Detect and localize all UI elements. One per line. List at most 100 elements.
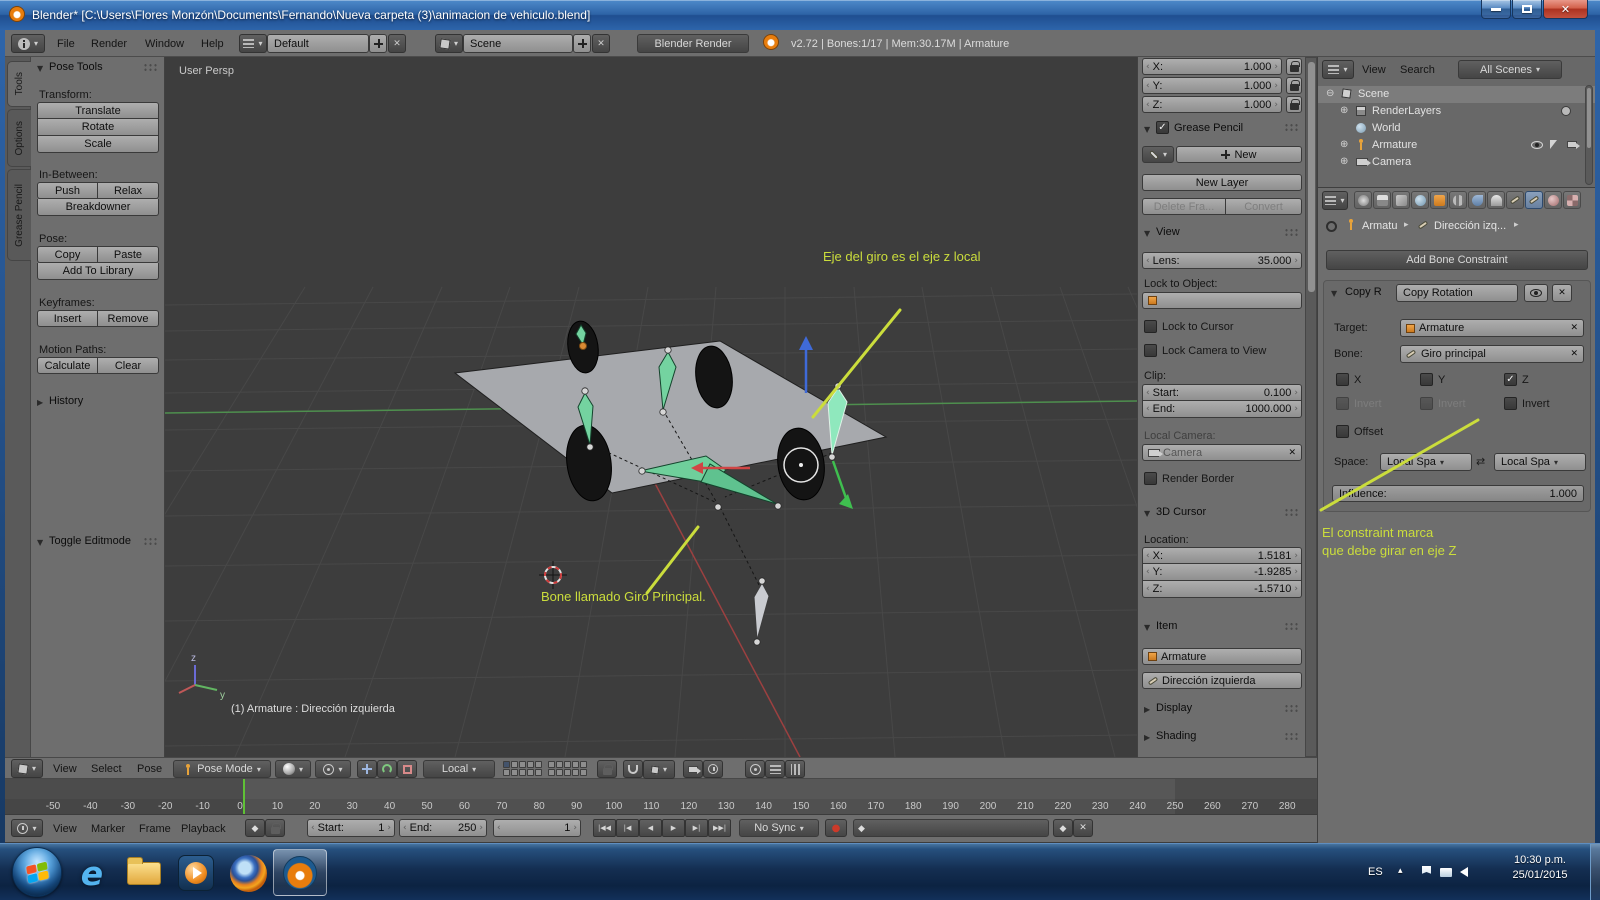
timeline-menu-playback[interactable]: Playback <box>181 823 226 835</box>
panel-expand-icon[interactable] <box>37 64 43 73</box>
layer-toggle[interactable] <box>519 769 526 776</box>
panel-shading-header[interactable]: Shading <box>1156 730 1196 742</box>
panel-drag-handle[interactable] <box>1284 228 1299 237</box>
panel-drag-handle[interactable] <box>1284 732 1299 741</box>
panel-toggle-editmode-header[interactable]: Toggle Editmode <box>49 535 131 547</box>
panel-expand-icon[interactable] <box>1144 125 1150 134</box>
outliner-scrollbar[interactable] <box>1585 85 1593 185</box>
insert-keyframe-button[interactable] <box>1053 819 1073 837</box>
layer-toggle[interactable] <box>572 761 579 768</box>
remove-keyframe-button[interactable]: Remove <box>98 310 159 327</box>
tray-language[interactable]: ES <box>1368 866 1383 878</box>
mode-dropdown[interactable]: Pose Mode <box>173 760 271 778</box>
cursor-z-field[interactable]: ‹Z:-1.5710› <box>1142 581 1302 598</box>
tab-material-icon[interactable] <box>1544 191 1562 209</box>
panel-drag-handle[interactable] <box>1284 704 1299 713</box>
layer-toggle[interactable] <box>535 761 542 768</box>
tab-grease-pencil[interactable]: Grease Pencil <box>7 169 31 261</box>
layer-toggle[interactable] <box>556 769 563 776</box>
panel-collapsed-icon[interactable] <box>1144 705 1150 714</box>
scale-lock-z-button[interactable] <box>1286 96 1302 113</box>
editor-type-3dview-button[interactable] <box>11 759 43 778</box>
editor-type-info-button[interactable] <box>11 34 45 53</box>
panel-view-header[interactable]: View <box>1156 226 1180 238</box>
tab-modifiers-icon[interactable] <box>1468 191 1486 209</box>
lock-range-button[interactable] <box>265 819 285 837</box>
editor-type-timeline-button[interactable] <box>11 819 43 837</box>
axis-y-checkbox[interactable] <box>1420 373 1433 386</box>
layer-toggle[interactable] <box>548 761 555 768</box>
pivot-center-dropdown[interactable] <box>315 760 351 778</box>
tab-options[interactable]: Options <box>7 109 31 167</box>
taskbar-blender-active[interactable] <box>280 853 320 893</box>
editor-type-properties-button[interactable] <box>1322 191 1348 210</box>
item-bone-field[interactable]: Dirección izquierda <box>1142 672 1302 689</box>
panel-history-header[interactable]: History <box>49 395 83 407</box>
menu-render[interactable]: Render <box>91 38 127 50</box>
tray-network-icon[interactable] <box>1440 868 1452 877</box>
layer-toggle[interactable] <box>503 769 510 776</box>
restrict-view-icon[interactable] <box>1531 141 1543 149</box>
tab-world-icon[interactable] <box>1411 191 1429 209</box>
scale-lock-x-button[interactable] <box>1286 58 1302 75</box>
constraint-expand-icon[interactable] <box>1331 289 1337 298</box>
layer-toggle[interactable] <box>556 761 563 768</box>
constraint-delete-button[interactable] <box>1552 284 1572 302</box>
panel-expand-icon[interactable] <box>1144 623 1150 632</box>
tab-render-layers-icon[interactable] <box>1373 191 1391 209</box>
screen-layout-delete-button[interactable] <box>388 34 406 53</box>
axis-x-checkbox[interactable] <box>1336 373 1349 386</box>
screen-layout-add-button[interactable] <box>369 34 387 53</box>
maximize-button[interactable] <box>1512 0 1542 19</box>
invert-z-checkbox[interactable] <box>1504 397 1517 410</box>
expand-icon[interactable] <box>1340 105 1348 116</box>
outliner-row-scene[interactable]: Scene <box>1318 86 1595 103</box>
new-layer-button[interactable]: New Layer <box>1142 174 1302 191</box>
taskbar-media-player[interactable] <box>176 853 216 893</box>
constraint-mute-button[interactable] <box>1524 284 1548 302</box>
panel-expand-icon[interactable] <box>1144 229 1150 238</box>
panel-expand-icon[interactable] <box>37 538 43 547</box>
snap-toggle-button[interactable] <box>623 760 643 778</box>
panel-drag-handle[interactable] <box>1284 123 1299 132</box>
breakdowner-button[interactable]: Breakdowner <box>37 199 159 216</box>
scene-browse-button[interactable] <box>435 34 463 53</box>
invert-y-checkbox[interactable] <box>1420 397 1433 410</box>
delete-frame-button[interactable]: Delete Fra... <box>1142 198 1226 215</box>
npanel-scrollbar[interactable] <box>1305 57 1317 757</box>
clip-end-field[interactable]: ‹End:1000.000› <box>1142 401 1302 418</box>
tab-scene-icon[interactable] <box>1392 191 1410 209</box>
previous-keyframe-button[interactable] <box>616 819 639 837</box>
bone-field[interactable]: Giro principal <box>1400 345 1584 363</box>
minimize-button[interactable] <box>1481 0 1511 19</box>
tray-clock[interactable]: 10:30 p.m. 25/01/2015 <box>1494 854 1586 881</box>
preview-range-button[interactable] <box>245 819 265 837</box>
timeline-playhead[interactable] <box>243 779 245 815</box>
invert-x-checkbox[interactable] <box>1336 397 1349 410</box>
scale-z-field[interactable]: ‹Z:1.000› <box>1142 96 1282 113</box>
timeline-menu-view[interactable]: View <box>53 823 77 835</box>
manipulator-translate-toggle[interactable] <box>357 760 377 778</box>
layer-toggle[interactable] <box>564 761 571 768</box>
paste-pose-header-button[interactable] <box>785 760 805 778</box>
timeline-menu-marker[interactable]: Marker <box>91 823 125 835</box>
panel-item-header[interactable]: Item <box>1156 620 1177 632</box>
menu-file[interactable]: File <box>57 38 75 50</box>
tray-volume-icon[interactable] <box>1460 867 1468 877</box>
grease-pencil-checkbox[interactable] <box>1156 121 1169 134</box>
render-engine-dropdown[interactable]: Blender Render <box>637 34 749 53</box>
clip-start-field[interactable]: ‹Start:0.100› <box>1142 384 1302 401</box>
render-opengl-anim-button[interactable] <box>703 760 723 778</box>
offset-checkbox[interactable] <box>1336 425 1349 438</box>
space-owner-dropdown[interactable]: Local Spa <box>1380 453 1472 471</box>
delete-keyframe-button[interactable] <box>1073 819 1093 837</box>
grease-new-button[interactable]: New <box>1176 146 1302 163</box>
show-desktop-button[interactable] <box>1590 844 1600 900</box>
tab-data-icon[interactable] <box>1487 191 1505 209</box>
lock-object-field[interactable] <box>1142 292 1302 309</box>
viewport-shading-dropdown[interactable] <box>275 760 311 778</box>
layer-toggle[interactable] <box>511 769 518 776</box>
scene-field[interactable]: Scene <box>463 34 573 53</box>
keying-set-field[interactable] <box>853 819 1049 837</box>
space-target-dropdown[interactable]: Local Spa <box>1494 453 1586 471</box>
